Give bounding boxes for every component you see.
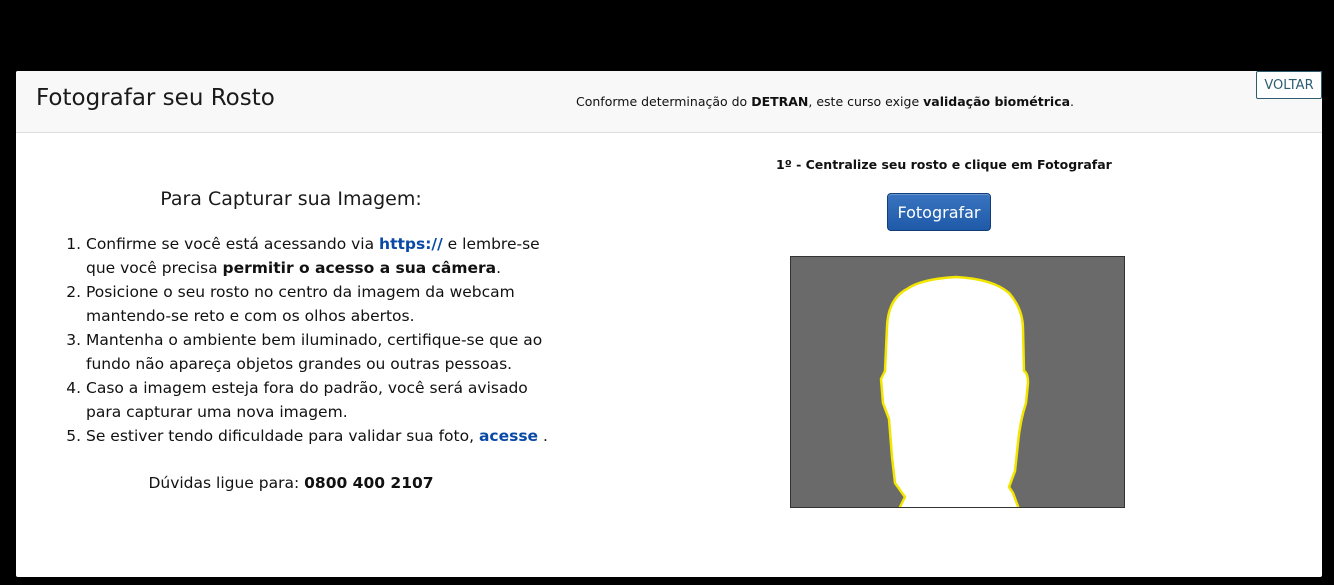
instruction-step-5: Se estiver tendo dificuldade para valida… — [86, 424, 566, 448]
step5-text-start: Se estiver tendo dificuldade para valida… — [86, 427, 479, 445]
biometric-modal: Fotografar seu Rosto Conforme determinaç… — [16, 71, 1322, 577]
page-title: Fotografar seu Rosto — [36, 85, 275, 111]
capture-panel: 1º - Centralize seu rosto e clique em Fo… — [776, 157, 1125, 508]
notice-detran: DETRAN — [751, 94, 809, 109]
step5-text-end: . — [538, 427, 548, 445]
capture-caption: 1º - Centralize seu rosto e clique em Fo… — [776, 157, 1112, 172]
instructions-title: Para Capturar sua Imagem: — [160, 188, 422, 210]
step1-text-end: . — [496, 259, 502, 277]
notice-text-middle: , este curso exige — [808, 94, 924, 109]
modal-header: Fotografar seu Rosto Conforme determinaç… — [16, 71, 1322, 133]
take-photo-button[interactable]: Fotografar — [887, 193, 991, 231]
phone-label: Dúvidas ligue para: — [148, 474, 305, 492]
notice-biometric-validation: validação biométrica — [923, 94, 1071, 109]
https-link[interactable]: https:// — [379, 235, 443, 253]
instruction-step-3: Mantenha o ambiente bem iluminado, certi… — [86, 328, 566, 376]
instruction-step-2: Posicione o seu rosto no centro da image… — [86, 280, 566, 328]
step1-text-start: Confirme se você está acessando via — [86, 235, 380, 253]
back-button[interactable]: VOLTAR — [1256, 71, 1322, 99]
instructions-panel: Para Capturar sua Imagem: Confirme se vo… — [56, 188, 566, 492]
webcam-preview — [790, 256, 1125, 508]
notice-text-end: . — [1070, 94, 1075, 109]
instruction-step-4: Caso a imagem esteja fora do padrão, voc… — [86, 376, 566, 424]
phone-number: 0800 400 2107 — [304, 474, 434, 492]
face-silhouette-icon — [879, 275, 1030, 507]
support-phone: Dúvidas ligue para: 0800 400 2107 — [56, 474, 526, 492]
instructions-list: Confirme se você está acessando via http… — [56, 232, 566, 448]
step1-camera-permission: permitir o acesso a sua câmera — [222, 259, 497, 277]
notice-text-start: Conforme determinação do — [576, 94, 752, 109]
biometric-notice: Conforme determinação do DETRAN, este cu… — [576, 94, 1074, 109]
instruction-step-1: Confirme se você está acessando via http… — [86, 232, 566, 280]
help-access-link[interactable]: acesse — [479, 427, 538, 445]
